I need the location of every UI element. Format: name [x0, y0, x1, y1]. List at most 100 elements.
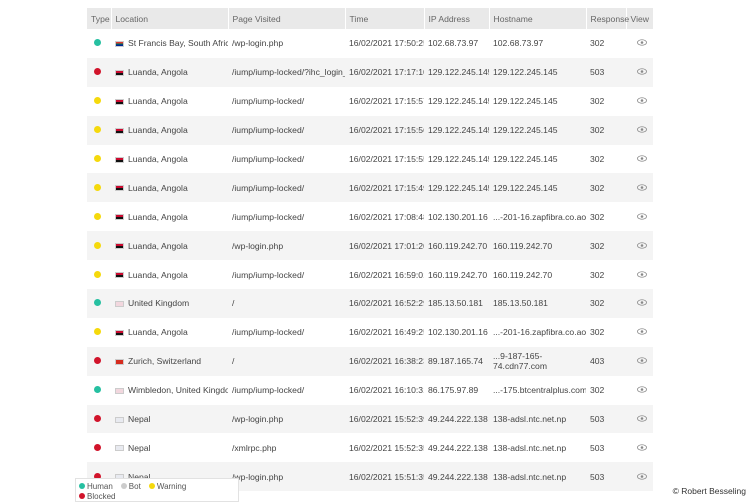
location-text: United Kingdom: [128, 298, 190, 309]
eye-icon[interactable]: [637, 270, 647, 278]
eye-icon[interactable]: [637, 125, 647, 133]
table-row[interactable]: Zurich, Switzerland /16/02/2021 16:38:23 8…: [87, 346, 653, 376]
page-visited-cell: /iump/iump-locked/: [228, 173, 345, 203]
type-status-dot: [94, 126, 101, 134]
view-cell: [626, 346, 653, 376]
ip-address-cell: 129.122.245.145: [424, 57, 489, 87]
response-cell: 302: [590, 211, 605, 222]
type-status-dot: [94, 241, 101, 249]
hostname-cell: ...-201-16.zapfibra.co.ao: [493, 327, 586, 338]
ip-address-cell: 185.13.50.181: [424, 289, 489, 318]
type-cell: [87, 433, 111, 462]
table-row[interactable]: St Francis Bay, South Africa/wp-login.ph…: [87, 29, 653, 58]
type-cell: [87, 260, 111, 289]
type-cell: [87, 29, 111, 58]
time-cell: 16/02/2021 17:15:55: [349, 154, 424, 164]
location-text: Wimbledon, United Kingdom: [128, 385, 228, 396]
eye-icon[interactable]: [637, 443, 647, 451]
ip-address-cell: 49.244.222.138: [424, 404, 489, 434]
hostname-cell: 185.13.50.181: [489, 289, 586, 318]
time-cell: 16/02/2021 16:52:29: [345, 289, 424, 318]
table-row[interactable]: Nepal/wp-login.php 16/02/2021 15:52:39 49.…: [87, 404, 653, 434]
view-cell: [626, 376, 653, 405]
eye-icon[interactable]: [637, 327, 647, 335]
country-flag-icon: [115, 416, 124, 423]
header-location[interactable]: Location: [111, 8, 229, 29]
table-row[interactable]: Luanda, Angola/iump/iump-locked/?ihc_log…: [87, 57, 653, 87]
table-row[interactable]: Luanda, Angola/iump/iump-locked/16/02/20…: [87, 87, 653, 116]
country-flag-icon: [115, 185, 124, 192]
table-row[interactable]: Luanda, Angola/wp-login.php 16/02/2021 17…: [87, 231, 653, 261]
eye-icon[interactable]: [637, 472, 647, 480]
hostname-cell: 129.122.245.145: [489, 173, 586, 203]
page-visited-cell: /wp-login.php: [228, 404, 345, 434]
view-cell: [626, 260, 653, 289]
location-text: Luanda, Angola: [128, 327, 188, 338]
table-row[interactable]: Luanda, Angola/iump/iump-locked/16/02/20…: [87, 145, 653, 174]
table-body: St Francis Bay, South Africa/wp-login.ph…: [87, 29, 653, 492]
view-cell: [626, 433, 653, 462]
view-cell: [626, 462, 653, 492]
table-row[interactable]: Luanda, Angola/iump/iump-locked/16/02/20…: [87, 173, 653, 203]
type-cell: [87, 145, 111, 174]
header-time[interactable]: Time: [345, 8, 425, 29]
ip-address-cell: 129.122.245.145: [424, 173, 489, 203]
header-hostname[interactable]: Hostname: [489, 8, 587, 29]
legend-dot: [79, 483, 85, 489]
response-cell: 302: [586, 289, 626, 318]
hostname-cell: 129.122.245.145: [493, 96, 558, 107]
eye-icon[interactable]: [637, 298, 647, 307]
hostname-cell: ...-175.btcentralplus.com: [493, 385, 586, 396]
type-status-dot: [94, 328, 101, 336]
eye-icon[interactable]: [637, 67, 647, 75]
page-visited-cell: /xmlrpc.php: [232, 442, 277, 453]
type-status-dot: [94, 97, 101, 105]
ip-address-cell: 160.119.242.70: [424, 231, 489, 261]
table-row[interactable]: Luanda, Angola/iump/iump-locked/16/02/20…: [87, 202, 653, 231]
type-cell: [87, 231, 111, 261]
table-row[interactable]: Luanda, Angola/iump/iump-locked/16/02/20…: [87, 115, 653, 145]
time-cell: 16/02/2021 17:15:57: [349, 96, 424, 107]
legend-item-blocked: Blocked: [79, 492, 115, 502]
header-page-visited[interactable]: Page Visited: [228, 8, 346, 29]
type-cell: [87, 202, 111, 231]
eye-icon[interactable]: [637, 154, 647, 162]
eye-icon[interactable]: [637, 183, 647, 191]
header-ip-address[interactable]: IP Address: [424, 8, 490, 29]
location-text: Luanda, Angola: [128, 182, 188, 193]
ip-address-cell: 160.119.242.70: [428, 269, 488, 280]
header-response[interactable]: Response: [586, 8, 629, 29]
response-cell: 302: [586, 173, 626, 203]
eye-icon[interactable]: [637, 241, 647, 249]
eye-icon[interactable]: [637, 414, 647, 422]
eye-icon[interactable]: [637, 212, 647, 220]
table-row[interactable]: Wimbledon, United Kingdom/iump/iump-lock…: [87, 376, 653, 405]
legend-item-warning: Warning: [148, 482, 187, 492]
location-cell: United Kingdom: [111, 289, 228, 318]
hostname-cell: 160.119.242.70: [489, 231, 586, 261]
eye-icon[interactable]: [637, 356, 647, 364]
time-cell: 16/02/2021 15:51:35: [345, 462, 424, 492]
header-type[interactable]: Type: [87, 8, 112, 29]
eye-icon[interactable]: [637, 96, 647, 104]
eye-icon[interactable]: [637, 385, 647, 393]
ip-address-cell: 49.244.222.138: [428, 442, 488, 453]
legend-label: Warning: [156, 482, 187, 491]
header-view: View: [626, 8, 654, 29]
table-row[interactable]: Luanda, Angola/iump/iump-locked/16/02/20…: [87, 318, 653, 347]
eye-icon[interactable]: [637, 38, 647, 47]
legend-dot: [120, 483, 127, 489]
country-flag-icon: [115, 243, 124, 250]
time-cell: 16/02/2021 15:52:39: [345, 404, 424, 434]
page-visited-cell: /wp-login.php: [232, 38, 284, 49]
table-row[interactable]: Luanda, Angola/iump/iump-locked/16/02/20…: [87, 260, 653, 289]
location-text: St Francis Bay, South Africa: [128, 38, 228, 49]
type-cell: [87, 346, 111, 376]
location-cell: Luanda, Angola: [111, 87, 228, 116]
table-row[interactable]: United Kingdom/16/02/2021 16:52:29 185.13…: [87, 289, 653, 318]
table-row[interactable]: Nepal/xmlrpc.php 16/02/2021 15:52:35 49.24…: [87, 433, 653, 462]
hostname-cell: 102.68.73.97: [493, 38, 544, 49]
type-cell: [87, 115, 111, 145]
type-status-dot: [94, 443, 101, 451]
response-cell: 503: [586, 57, 626, 87]
